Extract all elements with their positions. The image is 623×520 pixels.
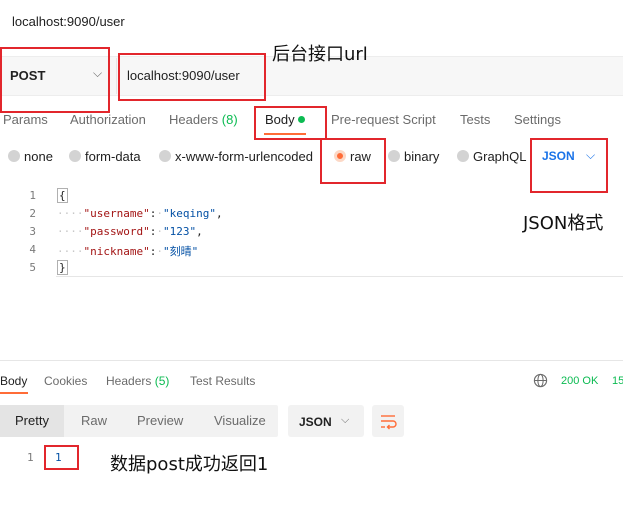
wrap-lines-button[interactable] (372, 405, 404, 437)
json-key: "password" (83, 225, 150, 238)
code-line: { (57, 188, 68, 203)
annotation-box-method (0, 47, 110, 113)
tab-pre-request-script[interactable]: Pre-request Script (331, 112, 436, 127)
radio-none-label[interactable]: none (24, 149, 53, 164)
response-divider (0, 360, 623, 361)
annotation-url-note: 后台接口url (272, 44, 368, 65)
line-number: 1 (29, 189, 36, 202)
radio-form-data[interactable] (69, 150, 81, 162)
annotation-box-raw (320, 138, 386, 184)
response-tab-cookies[interactable]: Cookies (44, 374, 87, 388)
response-tab-headers[interactable]: Headers (5) (106, 374, 169, 388)
radio-binary[interactable] (388, 150, 400, 162)
line-number: 2 (29, 207, 36, 220)
editor-divider (56, 276, 623, 277)
response-tab-body[interactable]: Body (0, 374, 27, 388)
json-comma: , (196, 225, 203, 238)
line-number: 5 (29, 261, 36, 274)
annotation-json-note: JSON格式 (523, 213, 604, 234)
response-time[interactable]: 15 (612, 375, 623, 387)
json-value: "123" (162, 225, 197, 238)
annotation-box-body-tab (254, 106, 327, 140)
line-number: 4 (29, 243, 36, 256)
radio-graphql-label[interactable]: GraphQL (473, 149, 526, 164)
response-tab-headers-label: Headers (106, 374, 152, 388)
json-comma: , (215, 207, 223, 220)
annotation-result-note: 数据post成功返回1 (110, 454, 269, 475)
json-key: "nickname" (83, 245, 150, 258)
radio-graphql[interactable] (457, 150, 469, 162)
annotation-box-json (530, 138, 608, 193)
json-value: "刻晴" (162, 245, 199, 258)
view-raw[interactable]: Raw (81, 413, 107, 428)
globe-icon[interactable] (533, 373, 548, 388)
radio-form-data-label[interactable]: form-data (85, 149, 141, 164)
view-pretty[interactable]: Pretty (15, 413, 49, 428)
radio-binary-label[interactable]: binary (404, 149, 439, 164)
json-key: "username" (83, 207, 150, 220)
line-number: 3 (29, 225, 36, 238)
tab-headers-label: Headers (169, 112, 219, 127)
wrap-lines-icon (381, 415, 397, 430)
annotation-box-url (118, 53, 266, 101)
tab-settings[interactable]: Settings (514, 112, 561, 127)
radio-none[interactable] (8, 150, 20, 162)
response-line-number: 1 (27, 451, 34, 464)
code-line: ····"password":·"123", (57, 225, 203, 238)
open-brace: { (57, 188, 68, 203)
close-brace: } (57, 260, 68, 275)
view-preview[interactable]: Preview (137, 413, 183, 428)
view-visualize[interactable]: Visualize (214, 413, 266, 428)
chevron-down-icon[interactable]: ⌵ (341, 414, 349, 427)
code-line: ····"nickname":·"刻晴" (57, 245, 199, 258)
tab-headers-count: (8) (221, 112, 238, 127)
radio-urlencoded-label[interactable]: x-www-form-urlencoded (175, 149, 313, 164)
response-tab-indicator (0, 392, 28, 394)
response-tab-test-results[interactable]: Test Results (190, 374, 255, 388)
response-tab-headers-count: (5) (154, 374, 170, 388)
json-value: "keqing" (162, 207, 216, 220)
tab-tests[interactable]: Tests (460, 112, 490, 127)
tab-params[interactable]: Params (3, 112, 48, 127)
tab-headers[interactable]: Headers (8) (169, 112, 238, 127)
code-line: ····"username":·"keqing", (57, 207, 223, 220)
radio-urlencoded[interactable] (159, 150, 171, 162)
tab-authorization[interactable]: Authorization (70, 112, 146, 127)
annotation-box-result (44, 445, 79, 470)
request-title: localhost:9090/user (12, 14, 125, 29)
code-line: } (57, 260, 68, 275)
status-code[interactable]: 200 OK (561, 375, 598, 387)
response-format-label[interactable]: JSON (299, 415, 332, 429)
method-divider (116, 58, 117, 94)
